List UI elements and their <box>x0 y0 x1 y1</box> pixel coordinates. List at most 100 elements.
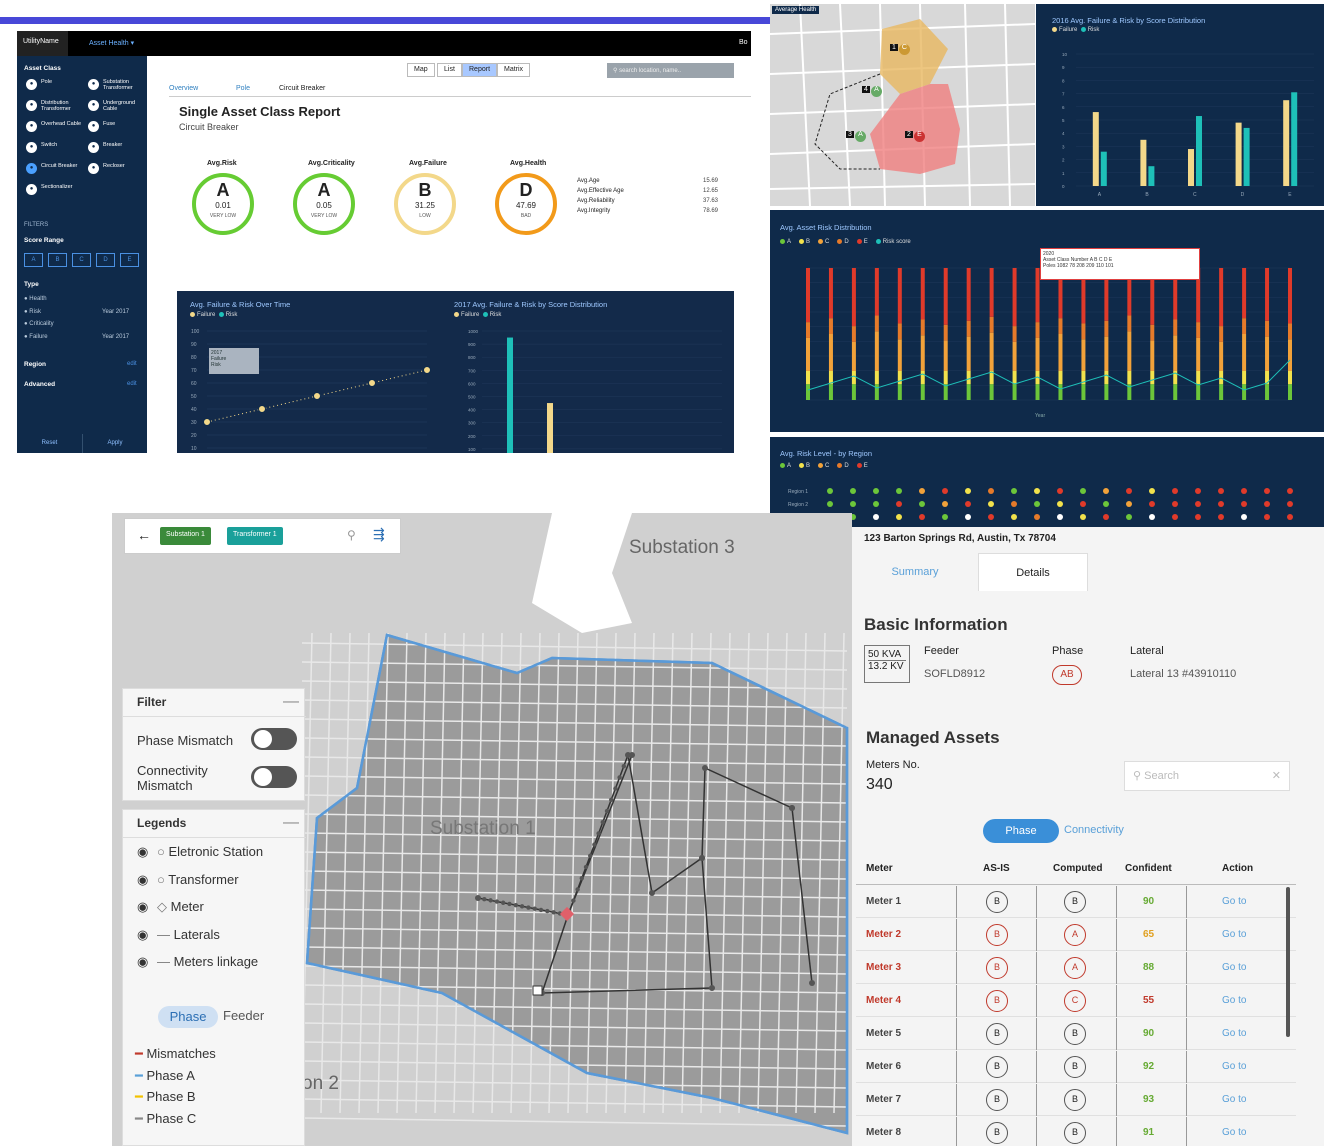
legend-feeder-tab[interactable]: Feeder <box>223 1008 264 1023</box>
score-grade-A[interactable]: A <box>24 253 43 267</box>
region-title[interactable]: Region <box>24 361 46 368</box>
meter-name[interactable]: Meter 5 <box>866 1028 901 1039</box>
chip-substation[interactable]: Substation 1 <box>160 527 211 545</box>
legend-item[interactable]: ◉ — Laterals <box>137 927 220 943</box>
asset-class-item[interactable]: ● Overhead Cable <box>23 120 83 138</box>
go-to-link[interactable]: Go to <box>1222 1028 1246 1039</box>
score-grade-D[interactable]: D <box>96 253 115 267</box>
utility-name[interactable]: UtilityName <box>17 31 68 56</box>
search-input[interactable]: ⚲ search location, name.. <box>607 63 734 78</box>
region-marker[interactable]: 1C <box>890 44 910 55</box>
meter-node <box>613 786 618 791</box>
tab-summary[interactable]: Summary <box>852 553 978 591</box>
stack-segment <box>943 268 948 325</box>
eye-icon[interactable]: ◉ <box>137 899 151 915</box>
eye-icon[interactable]: ◉ <box>137 844 151 860</box>
asset-class-item[interactable]: ● Distribution Transformer <box>23 99 83 117</box>
2016-distribution-chart-panel: 2016 Avg. Failure & Risk by Score Distri… <box>1036 4 1324 206</box>
region-edit-link[interactable]: edit <box>127 361 137 367</box>
legend-phase-tab[interactable]: Phase <box>158 1006 218 1028</box>
legend-item[interactable]: ◉ — Meters linkage <box>137 954 258 970</box>
eye-icon[interactable]: ◉ <box>137 872 151 888</box>
column-header[interactable]: AS-IS <box>983 863 1010 874</box>
view-tab-map[interactable]: Map <box>407 63 435 77</box>
connectivity-toggle[interactable]: Connectivity <box>1064 824 1124 836</box>
asset-class-item[interactable]: ● Circuit Breaker <box>23 162 83 180</box>
stack-segment <box>897 370 902 385</box>
meter-row: Meter 8 B B 91 Go to <box>856 1117 1296 1146</box>
asset-class-item[interactable]: ● Sectionalizer <box>23 183 83 201</box>
sub-tab[interactable]: Overview <box>169 85 198 92</box>
scrollbar[interactable] <box>1286 887 1290 1037</box>
module-dropdown[interactable]: Asset Health ▾ <box>89 39 134 47</box>
go-to-link[interactable]: Go to <box>1222 1061 1246 1072</box>
meter-search-input[interactable]: ⚲ Search ✕ <box>1124 761 1290 791</box>
score-grade-C[interactable]: C <box>72 253 91 267</box>
asset-class-item[interactable]: ● Fuse <box>85 120 145 138</box>
average-health-map[interactable]: Average Health 1C 4A 3A 2E <box>770 4 1035 206</box>
network-map[interactable]: ← Substation 1 Transformer 1 ⚲ ⇶ Substat… <box>112 513 852 1146</box>
view-tab-list[interactable]: List <box>437 63 462 77</box>
type-option[interactable]: ● Failure Year 2017 <box>24 334 139 340</box>
connectivity-mismatch-toggle[interactable] <box>251 766 297 788</box>
eye-icon[interactable]: ◉ <box>137 954 151 970</box>
asset-class-item[interactable]: ● Recloser <box>85 162 145 180</box>
column-header[interactable]: Confident <box>1125 863 1172 874</box>
go-to-link[interactable]: Go to <box>1222 896 1246 907</box>
score-grade-E[interactable]: E <box>120 253 139 267</box>
meter-name[interactable]: Meter 4 <box>866 995 901 1006</box>
go-to-link[interactable]: Go to <box>1222 1127 1246 1138</box>
phase-mismatch-toggle[interactable] <box>251 728 297 750</box>
region-dot <box>1218 514 1224 520</box>
legend-item[interactable]: ◉ ◇ Meter <box>137 899 204 915</box>
go-to-link[interactable]: Go to <box>1222 929 1246 940</box>
region-marker[interactable]: 2E <box>905 131 925 142</box>
column-header[interactable]: Computed <box>1053 863 1102 874</box>
asset-class-item[interactable]: ● Pole <box>23 78 83 96</box>
asset-class-item[interactable]: ● Switch <box>23 141 83 159</box>
go-to-link[interactable]: Go to <box>1222 1094 1246 1105</box>
asset-class-item[interactable]: ● Substation Transformer <box>85 78 145 96</box>
eye-icon[interactable]: ◉ <box>137 927 151 943</box>
confidence-value: 91 <box>1143 1127 1155 1138</box>
filter-panel: Filter — Phase Mismatch Connectivity Mis… <box>122 688 306 801</box>
advanced-title[interactable]: Advanced <box>24 381 55 388</box>
back-arrow-icon[interactable]: ← <box>137 527 151 543</box>
type-option[interactable]: ● Criticality <box>24 321 139 327</box>
meter-name[interactable]: Meter 3 <box>866 962 901 973</box>
legend-item[interactable]: ◉ ○ Transformer <box>137 872 239 888</box>
view-tab-matrix[interactable]: Matrix <box>497 63 531 77</box>
column-header[interactable]: Meter <box>866 863 893 874</box>
reset-button[interactable]: Reset <box>17 434 82 453</box>
view-tab-report[interactable]: Report <box>462 63 498 77</box>
go-to-link[interactable]: Go to <box>1222 962 1246 973</box>
region-marker[interactable]: 4A <box>862 86 882 97</box>
meter-name[interactable]: Meter 6 <box>866 1061 901 1072</box>
meter-name[interactable]: Meter 2 <box>866 929 901 940</box>
chip-transformer[interactable]: Transformer 1 <box>227 527 283 545</box>
meter-name[interactable]: Meter 7 <box>866 1094 901 1105</box>
advanced-edit-link[interactable]: edit <box>127 381 137 387</box>
score-grade-B[interactable]: B <box>48 253 67 267</box>
phase-toggle[interactable]: Phase <box>983 819 1059 843</box>
collapse-icon[interactable]: — <box>283 693 299 711</box>
search-icon[interactable]: ⚲ <box>347 528 356 542</box>
legend-item[interactable]: ◉ ○ Eletronic Station <box>137 844 263 860</box>
meter-name[interactable]: Meter 8 <box>866 1127 901 1138</box>
collapse-icon[interactable]: — <box>283 814 299 832</box>
asset-class-item[interactable]: ● Breaker <box>85 141 145 159</box>
map-search-bar[interactable]: ← Substation 1 Transformer 1 ⚲ ⇶ <box>124 518 401 554</box>
region-marker[interactable]: 3A <box>846 131 866 142</box>
nav-right-text[interactable]: Bo <box>739 39 748 46</box>
meter-name[interactable]: Meter 1 <box>866 896 901 907</box>
go-to-link[interactable]: Go to <box>1222 995 1246 1006</box>
apply-button[interactable]: Apply <box>82 434 147 453</box>
column-header[interactable]: Action <box>1222 863 1253 874</box>
type-option[interactable]: ● Health <box>24 296 139 302</box>
asset-class-item[interactable]: ● Underground Cable <box>85 99 145 117</box>
share-icon[interactable]: ⇶ <box>373 526 385 543</box>
sub-tab[interactable]: Pole <box>236 85 250 92</box>
sub-tab[interactable]: Circuit Breaker <box>279 85 325 92</box>
type-option[interactable]: ● Risk Year 2017 <box>24 309 139 315</box>
tab-details[interactable]: Details <box>978 553 1088 591</box>
